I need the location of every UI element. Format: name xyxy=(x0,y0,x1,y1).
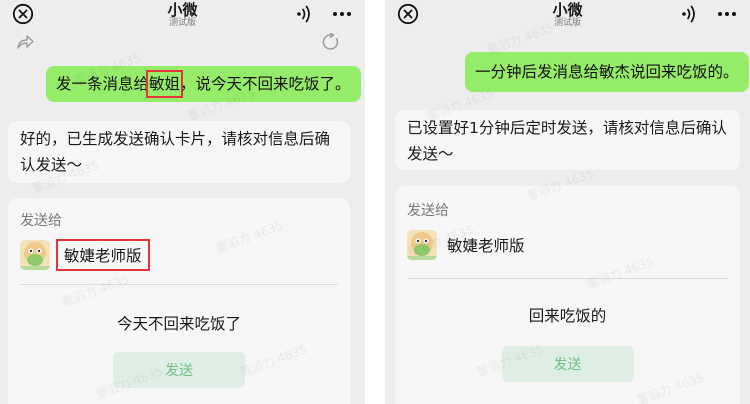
user-message-bubble: 一分钟后发消息给敏杰说回来吃饭的。 xyxy=(465,52,749,92)
user-message-bubble: 发一条消息给 敏姐 ，说今天不回来吃饭了。 xyxy=(46,66,361,102)
recipient-name: 敏婕老师版 xyxy=(447,237,525,255)
send-confirm-card: 发送给 敏婕老师版 今天不回来吃饭了 发送 xyxy=(8,198,350,404)
voice-icon[interactable] xyxy=(680,4,698,24)
voice-icon[interactable] xyxy=(295,4,313,24)
card-divider xyxy=(20,284,338,285)
contact-avatar xyxy=(407,230,437,260)
message-text: 发一条消息给 xyxy=(56,75,150,93)
message-text: ，说今天不回来吃饭了。 xyxy=(180,75,351,93)
message-preview: 回来吃饭的 xyxy=(528,307,607,325)
recipient-name: 敏婕老师版 xyxy=(56,239,150,271)
send-to-label: 发送给 xyxy=(20,213,62,229)
chat-panel-right: 小微 测试版 一分钟后发消息给敏杰说回来吃饭的。 已设置好1分钟后定时发送，请核… xyxy=(385,0,750,404)
share-icon[interactable] xyxy=(16,34,34,50)
card-divider xyxy=(407,278,728,279)
contact-avatar xyxy=(20,240,50,270)
refresh-icon[interactable] xyxy=(322,33,340,51)
send-button[interactable]: 发送 xyxy=(501,346,634,382)
assistant-message-bubble: 好的，已生成发送确认卡片，请核对信息后确认发送～ xyxy=(8,121,350,183)
send-button[interactable]: 发送 xyxy=(113,352,245,388)
assistant-message-bubble: 已设置好1分钟后定时发送，请核对信息后确认发送～ xyxy=(395,110,740,170)
send-confirm-card: 发送给 敏婕老师版 回来吃饭的 发送 xyxy=(395,186,740,404)
chat-header: 小微 测试版 xyxy=(385,0,750,32)
more-icon[interactable] xyxy=(716,3,738,25)
highlighted-contact-name: 敏姐 xyxy=(146,70,184,98)
chat-panel-left: 小微 测试版 发一条消息给 敏姐 ，说今天不回来吃饭了。 好的，已生成发送确认卡片，… xyxy=(0,0,365,404)
recipient-row[interactable]: 敏婕老师版 xyxy=(20,239,150,271)
more-icon[interactable] xyxy=(331,3,353,25)
send-to-label: 发送给 xyxy=(407,203,449,219)
chat-header: 小微 测试版 xyxy=(0,0,365,32)
message-preview: 今天不回来吃饭了 xyxy=(116,315,241,333)
recipient-row[interactable]: 敏婕老师版 xyxy=(407,230,525,260)
